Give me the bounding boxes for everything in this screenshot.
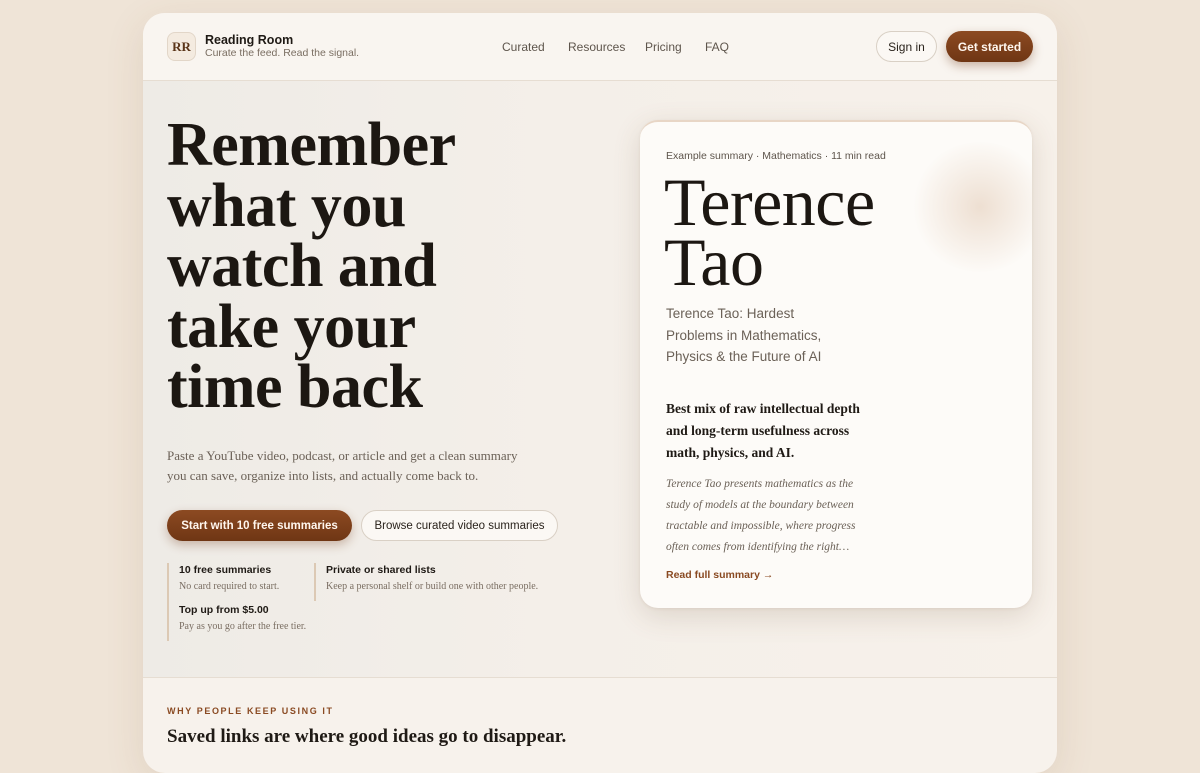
feature-desc: Keep a personal shelf or build one with … — [326, 581, 539, 592]
feature-top-up: Top up from $5.00 Pay as you go after th… — [167, 603, 306, 641]
feature-desc: Pay as you go after the free tier. — [179, 621, 307, 632]
card-subtitle: Terence Tao: Hardest Problems in Mathema… — [666, 306, 822, 364]
sign-in-button[interactable]: Sign in — [876, 31, 937, 62]
feature-title: Private or shared lists — [326, 564, 436, 576]
feature-free-summaries: 10 free summaries No card required to st… — [167, 563, 279, 601]
feature-desc: No card required to start. — [179, 581, 280, 592]
nav-link-faq[interactable]: FAQ — [705, 40, 729, 54]
card-title: Terence Tao — [664, 164, 875, 300]
brand-name[interactable]: Reading Room — [205, 33, 293, 47]
start-free-summaries-button[interactable]: Start with 10 free summaries — [167, 510, 352, 541]
app-frame: RR Reading Room Curate the feed. Read th… — [143, 13, 1057, 773]
get-started-button[interactable]: Get started — [946, 31, 1033, 62]
section-heading: Saved links are where good ideas go to d… — [167, 726, 567, 747]
brand-tagline: Curate the feed. Read the signal. — [205, 47, 360, 59]
browse-curated-button[interactable]: Browse curated video summaries — [361, 510, 558, 541]
nav-link-curated[interactable]: Curated — [502, 40, 545, 54]
hero-headline: Remember what you watch and take your ti… — [167, 111, 455, 421]
top-nav-bar: RR Reading Room Curate the feed. Read th… — [143, 13, 1057, 81]
example-summary-card[interactable]: Example summary · Mathematics · 11 min r… — [640, 120, 1032, 608]
logo-mark[interactable]: RR — [167, 32, 196, 61]
card-meta: Example summary · Mathematics · 11 min r… — [666, 150, 886, 162]
feature-lists: Private or shared lists Keep a personal … — [314, 563, 538, 601]
nav-link-pricing[interactable]: Pricing — [645, 40, 682, 54]
feature-title: Top up from $5.00 — [179, 604, 269, 616]
section-divider — [143, 677, 1057, 678]
feature-title: 10 free summaries — [179, 564, 272, 576]
section-eyebrow: WHY PEOPLE KEEP USING IT — [167, 706, 334, 716]
card-excerpt: Terence Tao presents mathematics as the … — [666, 478, 856, 553]
read-full-summary-link[interactable]: Read full summary → — [666, 569, 773, 581]
card-verdict: Best mix of raw intellectual depth and l… — [666, 401, 860, 460]
hero-lede: Paste a YouTube video, podcast, or artic… — [167, 448, 518, 483]
nav-link-resources[interactable]: Resources — [568, 40, 625, 54]
